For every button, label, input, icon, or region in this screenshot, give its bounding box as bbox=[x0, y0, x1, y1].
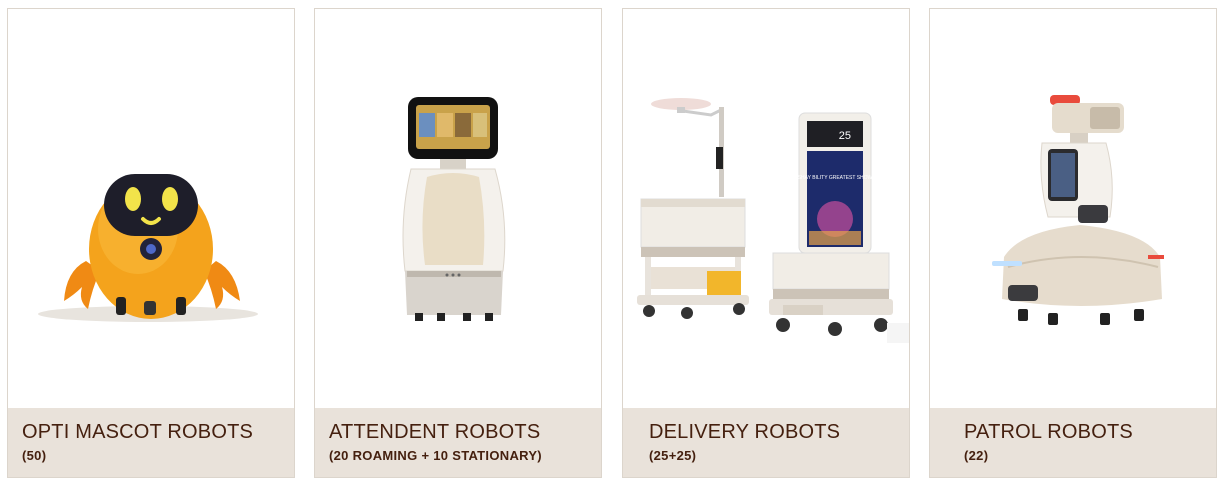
delivery-robot-image: 25 SHAY BILITY GREATEST SHOW bbox=[623, 9, 909, 409]
robot-card-delivery[interactable]: 25 SHAY BILITY GREATEST SHOW DELIVERY RO… bbox=[622, 8, 910, 478]
card-count: (20 ROAMING + 10 STATIONARY) bbox=[329, 448, 542, 463]
delivery-sign-text: SHAY BILITY GREATEST SHOW bbox=[798, 175, 873, 181]
card-title: OPTI MASCOT ROBOTS bbox=[22, 421, 254, 443]
attendant-robot-image bbox=[315, 9, 601, 409]
card-count: (22) bbox=[964, 448, 989, 463]
card-title: ATTENDENT ROBOTS bbox=[329, 421, 541, 443]
delivery-sign-number: 25 bbox=[839, 130, 851, 142]
card-count: (50) bbox=[22, 448, 47, 463]
card-title: DELIVERY ROBOTS bbox=[649, 421, 841, 443]
caption-bar: PATROL ROBOTS (22) bbox=[930, 408, 1216, 477]
card-count: (25+25) bbox=[649, 448, 697, 463]
caption-bar: ATTENDENT ROBOTS (20 ROAMING + 10 STATIO… bbox=[315, 408, 601, 477]
card-title: PATROL ROBOTS bbox=[964, 421, 1133, 443]
patrol-robot-image bbox=[930, 9, 1216, 409]
robot-card-mascot[interactable]: OPTI MASCOT ROBOTS (50) bbox=[7, 8, 295, 478]
robot-card-attendant[interactable]: ATTENDENT ROBOTS (20 ROAMING + 10 STATIO… bbox=[314, 8, 602, 478]
caption-bar: DELIVERY ROBOTS (25+25) bbox=[623, 408, 909, 477]
mascot-robot-image bbox=[8, 9, 294, 409]
robot-card-patrol[interactable]: PATROL ROBOTS (22) bbox=[929, 8, 1217, 478]
caption-bar: OPTI MASCOT ROBOTS (50) bbox=[8, 408, 294, 477]
